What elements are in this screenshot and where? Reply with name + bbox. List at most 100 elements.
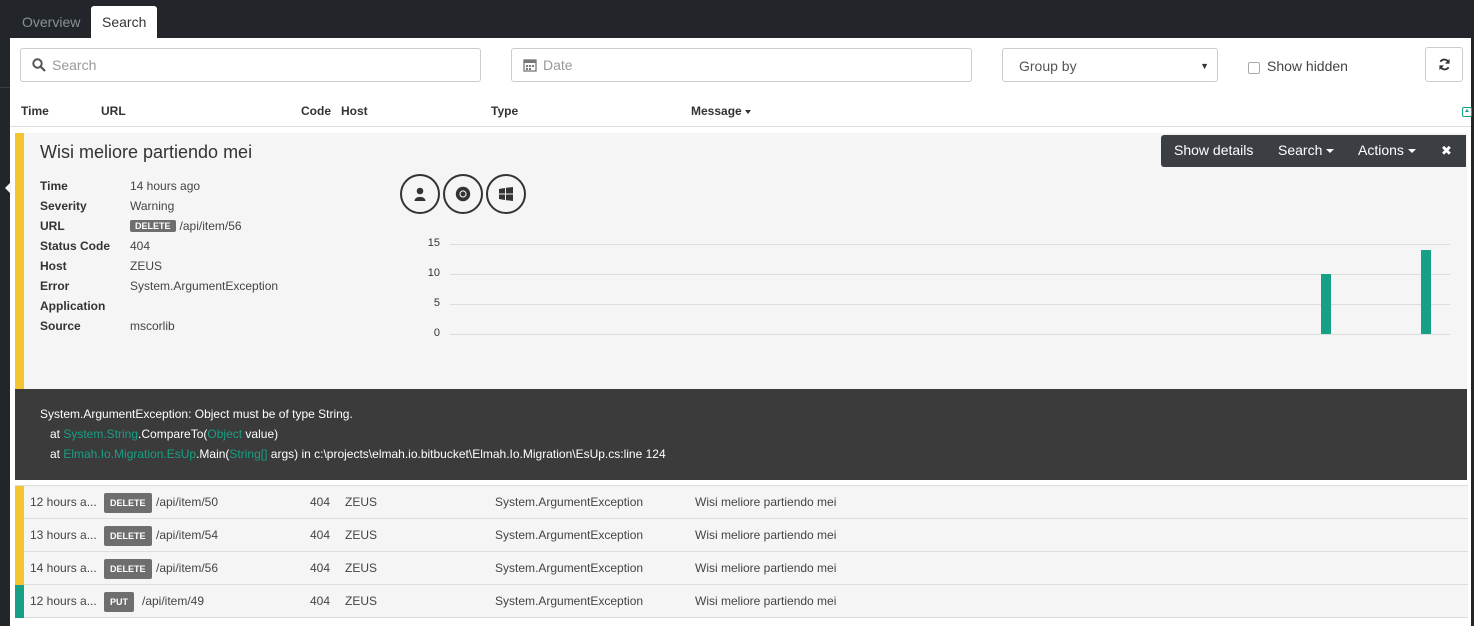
header-divider: [10, 126, 1471, 127]
gridline: [450, 334, 1450, 335]
field-error-value: System.ArgumentException: [130, 279, 279, 293]
stack-rest: args) in c:\projects\elmah.io.bitbucket\…: [267, 447, 666, 461]
refresh-button[interactable]: [1425, 47, 1463, 82]
method-badge: DELETE: [104, 493, 152, 513]
search-icon: [32, 58, 46, 72]
search-input[interactable]: Search: [20, 48, 481, 82]
row-time: 12 hours a...: [30, 594, 97, 608]
detail-toolbar: Show details Search Actions ✖: [1161, 135, 1466, 167]
field-key: URL: [40, 219, 65, 233]
close-icon[interactable]: ✖: [1441, 135, 1452, 166]
gridline: [450, 244, 1450, 245]
row-type: System.ArgumentException: [495, 495, 644, 509]
windows-icon[interactable]: [486, 174, 526, 214]
tab-search[interactable]: Search: [91, 6, 158, 38]
sort-caret-icon: [745, 109, 752, 114]
method-badge: DELETE: [104, 559, 152, 579]
stack-arg-type: Object: [207, 427, 243, 441]
show-hidden-checkbox[interactable]: [1248, 62, 1260, 74]
actions-dropdown-button[interactable]: Actions: [1358, 135, 1416, 166]
search-dropdown-button[interactable]: Search: [1278, 135, 1335, 166]
row-type: System.ArgumentException: [495, 528, 644, 542]
row-time: 12 hours a...: [30, 495, 97, 509]
row-url[interactable]: /api/item/50: [156, 486, 218, 519]
detail-title: Wisi meliore partiendo mei: [40, 142, 253, 162]
field-key: Status Code: [40, 239, 111, 253]
collapse-icon[interactable]: [1462, 107, 1472, 117]
table-row[interactable]: 12 hours a... DELETE/api/item/50 404 ZEUS Sy…: [15, 486, 1468, 519]
table-row[interactable]: 12 hours a... PUT/api/item/49 404 ZEUS Syste…: [15, 585, 1468, 618]
column-message[interactable]: Message: [691, 104, 752, 118]
field-key: Severity: [40, 199, 87, 213]
group-by-value: Group by: [1019, 58, 1077, 74]
left-sidebar: [0, 38, 10, 626]
show-details-button[interactable]: Show details: [1174, 135, 1253, 166]
chart-bar[interactable]: [1420, 250, 1431, 334]
table-row[interactable]: 13 hours a... DELETE/api/item/54 404 ZEUS Sy…: [15, 519, 1468, 552]
calendar-icon: [523, 59, 537, 72]
stack-method: .CompareTo(: [138, 427, 208, 441]
table-row[interactable]: 14 hours a... DELETE/api/item/56 404 ZEUS Sy…: [15, 552, 1468, 585]
search-dropdown-label: Search: [1278, 142, 1323, 158]
stack-arg-type: String[]: [229, 447, 268, 461]
group-by-select[interactable]: Group by ▼: [1002, 48, 1218, 82]
row-code: 404: [310, 528, 331, 542]
method-badge: PUT: [104, 592, 134, 612]
stack-trace: System.ArgumentException: Object must be…: [15, 389, 1467, 480]
field-status-code-value: 404: [130, 239, 151, 253]
severity-bar: [15, 519, 24, 552]
row-url[interactable]: /api/item/56: [156, 552, 218, 585]
stack-line: at System.String.CompareTo(Object value): [40, 427, 278, 441]
gridline: [450, 274, 1450, 275]
caret-down-icon: [1326, 149, 1335, 154]
column-code[interactable]: Code: [301, 104, 331, 118]
row-url[interactable]: /api/item/54: [156, 519, 218, 552]
user-icon[interactable]: [400, 174, 440, 214]
column-host[interactable]: Host: [341, 104, 368, 118]
field-key: Time: [40, 179, 68, 193]
field-key: Application: [40, 299, 106, 313]
row-code: 404: [310, 495, 331, 509]
show-hidden-label[interactable]: Show hidden: [1267, 58, 1348, 74]
column-type[interactable]: Type: [491, 104, 518, 118]
search-placeholder: Search: [52, 57, 97, 73]
row-message: Wisi meliore partiendo mei: [695, 594, 837, 608]
tab-overview[interactable]: Overview: [11, 6, 91, 38]
row-url[interactable]: /api/item/49: [142, 585, 204, 618]
chrome-icon[interactable]: [443, 174, 483, 214]
field-source-value: mscorlib: [130, 319, 175, 333]
stack-type: System.String: [63, 427, 139, 441]
field-time-value: 14 hours ago: [130, 179, 201, 193]
date-placeholder: Date: [543, 57, 573, 73]
column-url[interactable]: URL: [101, 104, 126, 118]
field-key: Host: [40, 259, 67, 273]
row-message: Wisi meliore partiendo mei: [695, 528, 837, 542]
field-host-value: ZEUS: [130, 259, 163, 273]
y-tick-label: 5: [433, 297, 440, 309]
top-nav: Overview Search: [0, 0, 1474, 38]
row-time: 14 hours a...: [30, 561, 97, 575]
date-input[interactable]: Date: [511, 48, 972, 82]
method-badge: DELETE: [104, 526, 152, 546]
selection-pointer: [5, 182, 11, 194]
row-message: Wisi meliore partiendo mei: [695, 561, 837, 575]
severity-bar: [15, 552, 24, 585]
row-time: 13 hours a...: [30, 528, 97, 542]
severity-bar: [15, 585, 24, 618]
stack-rest: value): [242, 427, 279, 441]
field-key: Source: [40, 319, 81, 333]
gridline: [450, 304, 1450, 305]
error-histogram-chart: 0 5 10 15: [420, 236, 1460, 346]
row-host: ZEUS: [345, 561, 378, 575]
column-message-label: Message: [691, 104, 742, 118]
column-time[interactable]: Time: [21, 104, 49, 118]
caret-down-icon: [1407, 149, 1416, 154]
y-tick-label: 10: [427, 267, 440, 279]
url-text: /api/item/56: [179, 219, 242, 233]
field-severity-value: Warning: [130, 199, 175, 213]
row-host: ZEUS: [345, 495, 378, 509]
field-url-value: DELETE/api/item/56: [130, 219, 242, 233]
chart-bar[interactable]: [1320, 274, 1331, 334]
row-type: System.ArgumentException: [495, 561, 644, 575]
severity-bar: [15, 486, 24, 519]
